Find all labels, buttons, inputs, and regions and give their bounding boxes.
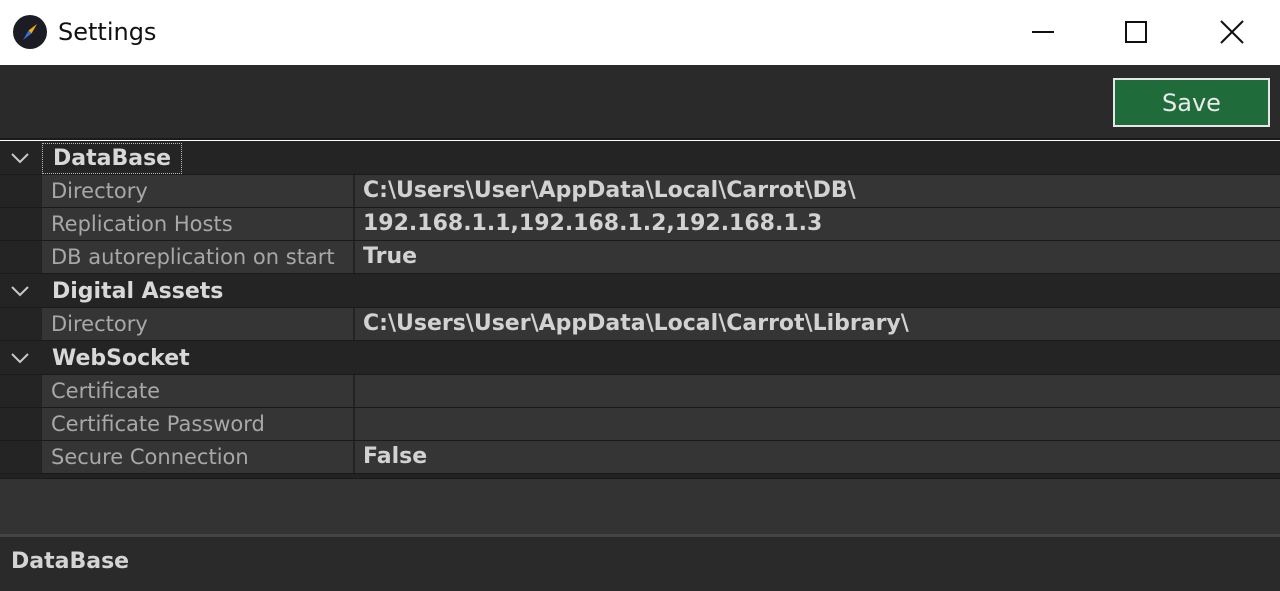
property-name: Replication Hosts — [42, 208, 355, 240]
chevron-down-icon[interactable] — [10, 351, 30, 365]
row-margin — [0, 441, 42, 473]
close-icon — [1220, 20, 1244, 44]
property-value[interactable]: C:\Users\User\AppData\Local\Carrot\Libra… — [355, 308, 1280, 340]
property-row[interactable]: Certificate — [0, 375, 1280, 408]
property-value[interactable]: False — [355, 441, 1280, 473]
chevron-down-icon[interactable] — [10, 284, 30, 298]
title-bar: Settings — [0, 0, 1280, 66]
minimize-button[interactable] — [995, 0, 1091, 64]
row-margin — [0, 175, 42, 207]
category-label: DataBase — [42, 143, 183, 174]
property-row[interactable]: Replication Hosts 192.168.1.1,192.168.1.… — [0, 208, 1280, 241]
property-name: Directory — [42, 175, 355, 207]
row-margin — [0, 308, 42, 340]
property-row[interactable]: Directory C:\Users\User\AppData\Local\Ca… — [0, 175, 1280, 208]
property-grid: DataBase Directory C:\Users\User\AppData… — [0, 141, 1280, 478]
property-value[interactable] — [355, 375, 1280, 407]
save-button[interactable]: Save — [1113, 78, 1270, 127]
category-digital-assets[interactable]: Digital Assets — [0, 274, 1280, 308]
property-name: Certificate — [42, 375, 355, 407]
description-pane: DataBase — [0, 534, 1280, 591]
window-title: Settings — [58, 18, 157, 46]
property-row[interactable]: Directory C:\Users\User\AppData\Local\Ca… — [0, 308, 1280, 341]
property-name: Directory — [42, 308, 355, 340]
property-row[interactable]: DB autoreplication on start True — [0, 241, 1280, 274]
property-row[interactable]: Secure Connection False — [0, 441, 1280, 474]
category-label: Digital Assets — [52, 279, 224, 304]
property-value[interactable]: C:\Users\User\AppData\Local\Carrot\DB\ — [355, 175, 1280, 207]
row-margin — [0, 241, 42, 273]
maximize-button[interactable] — [1088, 0, 1184, 64]
property-row[interactable]: Certificate Password — [0, 408, 1280, 441]
maximize-icon — [1125, 21, 1147, 43]
row-margin — [0, 375, 42, 407]
chevron-down-icon[interactable] — [10, 151, 30, 165]
property-name: Certificate Password — [42, 408, 355, 440]
toolbar: Save — [0, 66, 1280, 140]
compass-icon — [13, 15, 47, 49]
minimize-icon — [1032, 31, 1054, 33]
property-value[interactable]: True — [355, 241, 1280, 273]
property-name: Secure Connection — [42, 441, 355, 473]
category-websocket[interactable]: WebSocket — [0, 341, 1280, 375]
close-button[interactable] — [1184, 0, 1280, 64]
category-label: WebSocket — [52, 346, 190, 371]
row-margin — [0, 208, 42, 240]
row-margin — [0, 408, 42, 440]
property-value[interactable] — [355, 408, 1280, 440]
grid-empty-area — [0, 478, 1280, 534]
property-value[interactable]: 192.168.1.1,192.168.1.2,192.168.1.3 — [355, 208, 1280, 240]
property-name: DB autoreplication on start — [42, 241, 355, 273]
category-database[interactable]: DataBase — [0, 141, 1280, 175]
description-title: DataBase — [11, 549, 130, 574]
